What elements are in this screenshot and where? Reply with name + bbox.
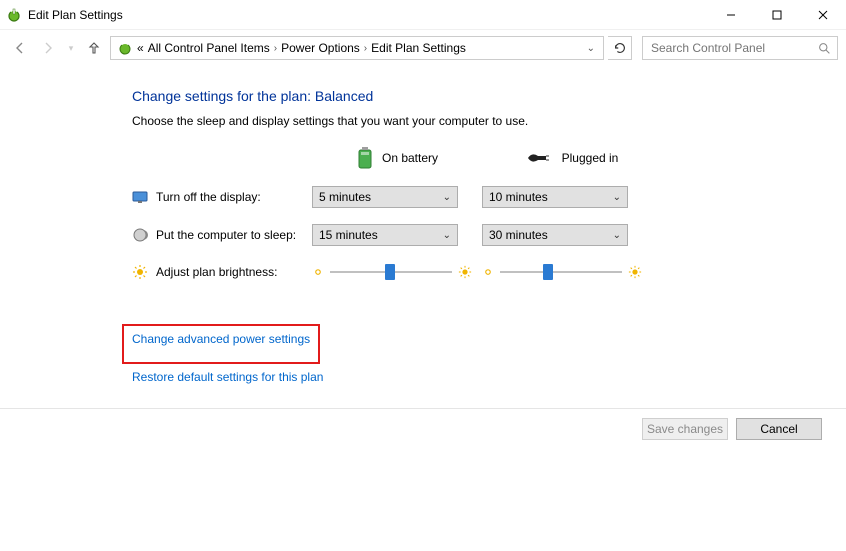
sleep-icon xyxy=(132,227,148,243)
highlight-annotation: Change advanced power settings xyxy=(122,324,320,364)
power-icon xyxy=(117,40,133,56)
page-subtext: Choose the sleep and display settings th… xyxy=(132,114,846,128)
brightness-battery-slider[interactable] xyxy=(330,262,452,282)
search-input[interactable] xyxy=(649,40,809,56)
breadcrumb[interactable]: « All Control Panel Items › Power Option… xyxy=(110,36,604,60)
chevron-down-icon: ⌄ xyxy=(613,230,621,241)
brightness-icon xyxy=(132,264,148,280)
chevron-down-icon: ⌄ xyxy=(443,230,451,241)
up-button[interactable] xyxy=(82,36,106,60)
breadcrumb-item[interactable]: All Control Panel Items xyxy=(148,41,270,55)
sun-dim-icon xyxy=(312,266,324,278)
advanced-settings-link[interactable]: Change advanced power settings xyxy=(132,332,310,346)
breadcrumb-dropdown[interactable]: ⌄ xyxy=(585,43,597,54)
minimize-button[interactable] xyxy=(708,0,754,30)
plug-icon xyxy=(526,150,554,166)
sun-dim-icon xyxy=(482,266,494,278)
search-box[interactable] xyxy=(642,36,838,60)
forward-button[interactable] xyxy=(36,36,60,60)
recent-dropdown[interactable]: ▾ xyxy=(64,36,78,60)
row-brightness-label: Adjust plan brightness: xyxy=(156,265,277,279)
app-icon xyxy=(6,7,22,23)
display-icon xyxy=(132,189,148,205)
footer: Save changes Cancel xyxy=(642,418,822,440)
window-title: Edit Plan Settings xyxy=(28,8,123,22)
content: Change settings for the plan: Balanced C… xyxy=(0,66,846,394)
page-heading: Change settings for the plan: Balanced xyxy=(132,88,846,104)
breadcrumb-prefix: « xyxy=(137,41,144,55)
maximize-button[interactable] xyxy=(754,0,800,30)
close-button[interactable] xyxy=(800,0,846,30)
title-bar: Edit Plan Settings xyxy=(0,0,846,30)
links-section: Change advanced power settings Restore d… xyxy=(132,324,846,394)
display-plugged-select[interactable]: 10 minutes ⌄ xyxy=(482,186,628,208)
sun-bright-icon xyxy=(458,265,472,279)
back-button[interactable] xyxy=(8,36,32,60)
col-battery-label: On battery xyxy=(382,151,438,165)
sun-bright-icon xyxy=(628,265,642,279)
chevron-down-icon: ⌄ xyxy=(443,192,451,203)
display-battery-select[interactable]: 5 minutes ⌄ xyxy=(312,186,458,208)
battery-icon xyxy=(356,146,374,170)
divider xyxy=(0,408,846,409)
restore-defaults-link[interactable]: Restore default settings for this plan xyxy=(132,370,323,384)
row-display-label: Turn off the display: xyxy=(156,190,261,204)
search-icon xyxy=(818,42,831,55)
settings-grid: On battery Plugged in Turn off the displ… xyxy=(132,146,846,282)
breadcrumb-item[interactable]: Power Options xyxy=(281,41,360,55)
save-button: Save changes xyxy=(642,418,728,440)
col-plugged-label: Plugged in xyxy=(562,151,619,165)
sleep-plugged-select[interactable]: 30 minutes ⌄ xyxy=(482,224,628,246)
chevron-right-icon: › xyxy=(274,43,277,54)
breadcrumb-item[interactable]: Edit Plan Settings xyxy=(371,41,466,55)
chevron-down-icon: ⌄ xyxy=(613,192,621,203)
refresh-button[interactable] xyxy=(608,36,632,60)
sleep-battery-select[interactable]: 15 minutes ⌄ xyxy=(312,224,458,246)
chevron-right-icon: › xyxy=(364,43,367,54)
row-sleep-label: Put the computer to sleep: xyxy=(156,228,296,242)
cancel-button[interactable]: Cancel xyxy=(736,418,822,440)
brightness-plugged-slider[interactable] xyxy=(500,262,622,282)
nav-row: ▾ « All Control Panel Items › Power Opti… xyxy=(0,30,846,66)
